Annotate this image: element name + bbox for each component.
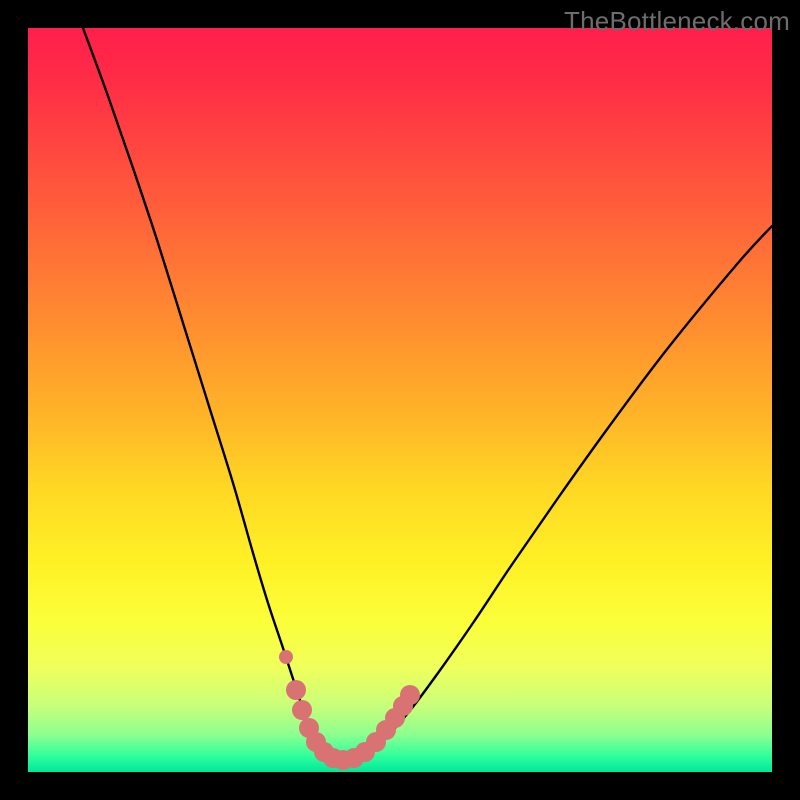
curve-marker-segment-0 bbox=[286, 680, 306, 700]
plot-area bbox=[28, 28, 772, 772]
watermark-text: TheBottleneck.com bbox=[564, 6, 790, 37]
curve-markers bbox=[279, 650, 420, 770]
curve-marker-segment-13 bbox=[400, 685, 420, 705]
bottleneck-curve-svg bbox=[28, 28, 772, 772]
curve-marker-dot bbox=[279, 650, 293, 664]
bottleneck-curve bbox=[83, 28, 772, 761]
curve-marker-segment-1 bbox=[292, 700, 312, 720]
chart-frame: TheBottleneck.com bbox=[0, 0, 800, 800]
